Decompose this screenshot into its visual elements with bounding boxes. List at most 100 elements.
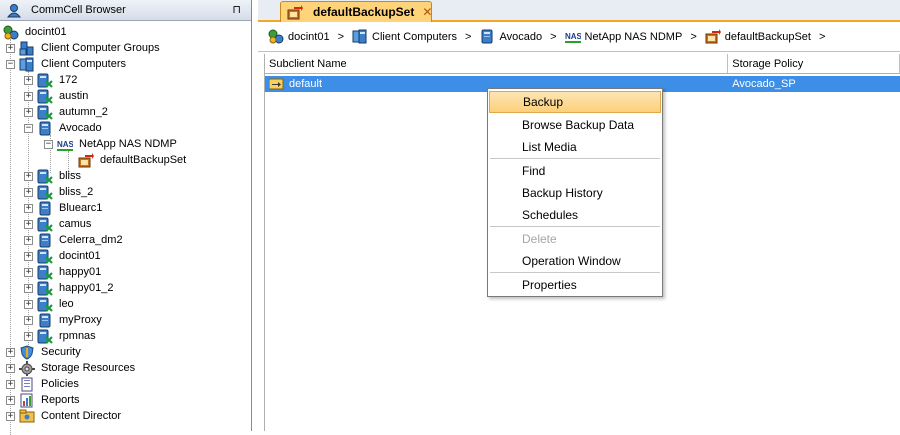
tree-item-label: Celerra_dm2 (59, 234, 123, 246)
expand-icon[interactable]: + (6, 379, 15, 389)
tree-item-policies[interactable]: + Policies (6, 376, 81, 392)
expand-icon[interactable]: + (24, 171, 33, 181)
breadcrumb-item[interactable]: Avocado (479, 29, 542, 44)
nas-icon (565, 29, 581, 44)
collapse-icon[interactable]: − (24, 123, 33, 133)
expand-icon[interactable]: + (24, 283, 33, 293)
tree-item-client[interactable]: + autumn_2 (24, 104, 110, 120)
breadcrumb-label: NetApp NAS NDMP (584, 30, 683, 43)
menu-separator (490, 272, 660, 273)
computer-icon (37, 329, 53, 344)
expand-icon[interactable]: + (24, 299, 33, 309)
tree-item-storage-resources[interactable]: + Storage Resources (6, 360, 137, 376)
tree-item-label: happy01_2 (59, 282, 114, 294)
tree-item-client[interactable]: + bliss (24, 168, 83, 184)
computer-icon (37, 313, 53, 328)
tree-item-client[interactable]: + 172 (24, 72, 79, 88)
column-header-subclient-name[interactable]: Subclient Name (265, 54, 729, 73)
policies-icon (19, 377, 35, 392)
tree-item-client-computers[interactable]: − Client Computers (6, 56, 128, 72)
tree-item-client[interactable]: − Avocado (24, 120, 104, 136)
menu-item-backup-history[interactable]: Backup History (489, 182, 661, 204)
breadcrumb-item[interactable]: NetApp NAS NDMP (565, 29, 683, 44)
expand-icon[interactable]: + (6, 411, 15, 421)
groups-icon (19, 41, 35, 56)
expand-icon[interactable]: + (24, 107, 33, 117)
tree-item-client[interactable]: + myProxy (24, 312, 104, 328)
tree-item-reports[interactable]: + Reports (6, 392, 82, 408)
computer-icon (37, 121, 53, 136)
tab-defaultbackupset[interactable]: defaultBackupSet ✕ (280, 1, 432, 22)
tree-item-agent[interactable]: − NetApp NAS NDMP (44, 136, 179, 152)
expand-icon[interactable]: + (24, 251, 33, 261)
menu-item-properties[interactable]: Properties (489, 274, 661, 296)
menu-separator (490, 226, 660, 227)
expand-icon[interactable]: + (24, 315, 33, 325)
menu-item-operation-window[interactable]: Operation Window (489, 250, 661, 272)
tree-item-backupset[interactable]: defaultBackupSet (78, 152, 189, 168)
commcell-browser-panel: CommCell Browser ⊓ docint01 + Client Com… (0, 0, 252, 435)
breadcrumb-label: docint01 (288, 30, 330, 43)
reports-icon (19, 393, 35, 408)
tree-item-label: docint01 (25, 26, 67, 38)
computer-icon (37, 185, 53, 200)
tree-item-security[interactable]: + Security (6, 344, 83, 360)
column-header-storage-policy[interactable]: Storage Policy (728, 54, 900, 73)
close-icon[interactable]: ✕ (422, 5, 432, 19)
tree-item-client[interactable]: + happy01_2 (24, 280, 115, 296)
tree-item-client[interactable]: + Bluearc1 (24, 200, 104, 216)
tree-item-client[interactable]: + bliss_2 (24, 184, 95, 200)
user-icon (6, 3, 22, 18)
backupset-icon (287, 5, 303, 20)
menu-item-browse-backup-data[interactable]: Browse Backup Data (489, 114, 661, 136)
breadcrumb-item[interactable]: Client Computers (352, 29, 457, 44)
tree-item-label: happy01 (59, 266, 102, 278)
expand-icon[interactable]: + (24, 203, 33, 213)
tree-item-client[interactable]: + leo (24, 296, 76, 312)
pin-icon[interactable]: ⊓ (232, 3, 241, 16)
tree-item-content-director[interactable]: + Content Director (6, 408, 123, 424)
computer-icon (37, 297, 53, 312)
expand-icon[interactable]: + (24, 75, 33, 85)
menu-item-backup[interactable]: Backup (489, 91, 661, 113)
tree-item-label: Security (41, 346, 81, 358)
expand-icon[interactable]: + (6, 363, 15, 373)
gear-icon (19, 361, 35, 376)
expand-icon[interactable]: + (6, 347, 15, 357)
collapse-icon[interactable]: − (6, 59, 15, 69)
expand-icon[interactable]: + (24, 267, 33, 277)
expand-icon[interactable]: + (24, 219, 33, 229)
menu-item-find[interactable]: Find (489, 160, 661, 182)
expand-icon[interactable]: + (24, 331, 33, 341)
tree-item-client[interactable]: + happy01 (24, 264, 103, 280)
expand-icon[interactable]: + (24, 187, 33, 197)
computer-icon (37, 281, 53, 296)
subclient-icon (269, 77, 285, 92)
tree-item-client[interactable]: + camus (24, 216, 93, 232)
panel-title: CommCell Browser (31, 4, 126, 16)
tree-item-client[interactable]: + rpmnas (24, 328, 98, 344)
menu-item-list-media[interactable]: List Media (489, 136, 661, 158)
computer-icon (37, 73, 53, 88)
tree-item-client-computer-groups[interactable]: + Client Computer Groups (6, 40, 162, 56)
tree-item-client[interactable]: + Celerra_dm2 (24, 232, 125, 248)
computer-icon (37, 201, 53, 216)
collapse-icon[interactable]: − (44, 139, 53, 149)
commcell-icon (3, 25, 19, 40)
tree-item-label: Content Director (41, 410, 122, 422)
expand-icon[interactable]: + (6, 43, 15, 53)
computer-icon (37, 233, 53, 248)
tree-item-label: Client Computers (41, 58, 126, 70)
menu-item-schedules[interactable]: Schedules (489, 204, 661, 226)
expand-icon[interactable]: + (6, 395, 15, 405)
tree-item-client[interactable]: + docint01 (24, 248, 103, 264)
tab-label: defaultBackupSet (313, 5, 415, 19)
breadcrumb-item[interactable]: docint01 (268, 29, 330, 44)
tree-item-root[interactable]: docint01 (3, 24, 69, 40)
expand-icon[interactable]: + (24, 91, 33, 101)
breadcrumb-item[interactable]: defaultBackupSet (705, 29, 811, 44)
tree-item-client[interactable]: + austin (24, 88, 90, 104)
expand-icon[interactable]: + (24, 235, 33, 245)
cell-storage-policy[interactable]: Avocado_SP (728, 78, 900, 90)
breadcrumb-label: Avocado (499, 30, 543, 43)
